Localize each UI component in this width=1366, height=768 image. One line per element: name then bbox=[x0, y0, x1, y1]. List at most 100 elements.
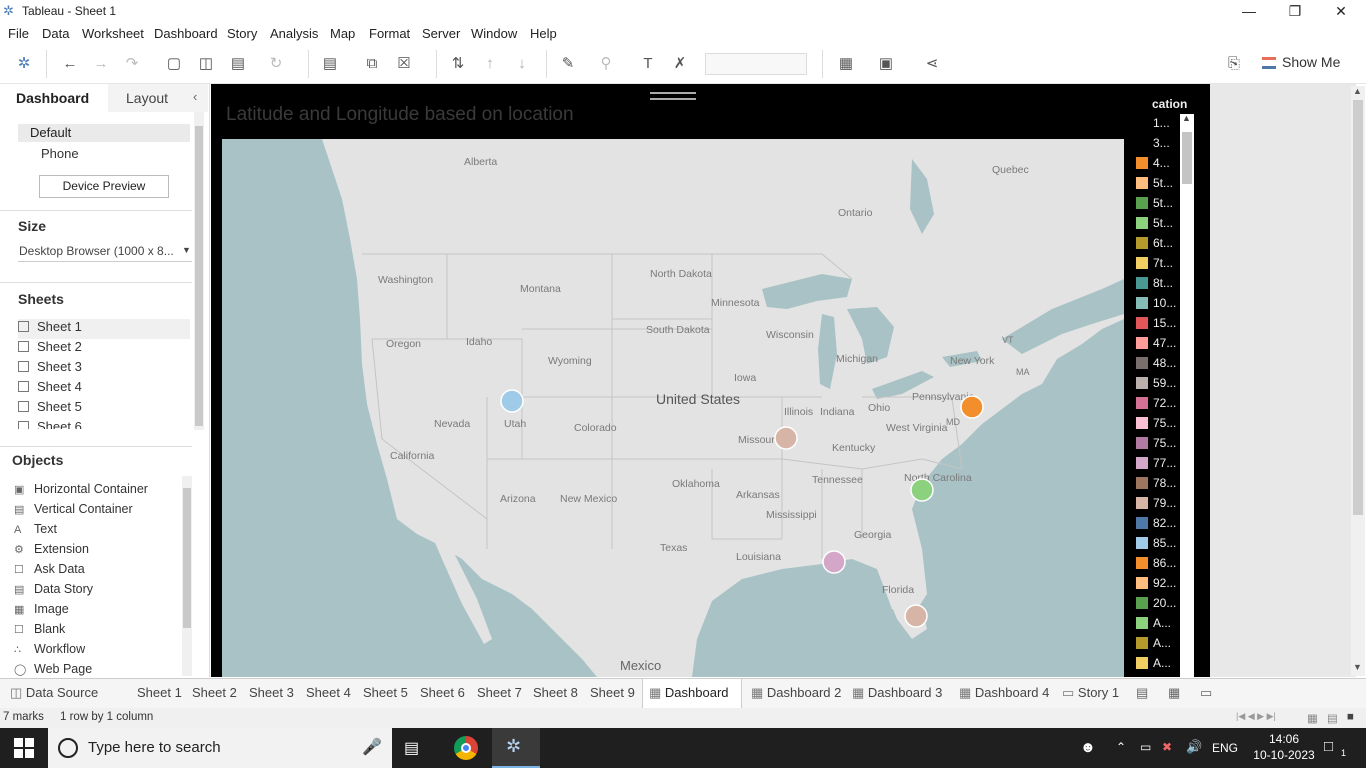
pause-updates-icon[interactable]: ▤ bbox=[228, 54, 248, 74]
menu-format[interactable]: Format bbox=[369, 26, 410, 41]
menu-data[interactable]: Data bbox=[42, 26, 69, 41]
save-icon[interactable]: ▢ bbox=[164, 54, 184, 74]
object-text[interactable]: A Text bbox=[14, 522, 57, 536]
sheet-item-3[interactable]: Sheet 3 bbox=[18, 359, 190, 379]
legend-item[interactable]: 75... bbox=[1136, 416, 1182, 434]
object-data-story[interactable]: ▤ Data Story bbox=[14, 582, 93, 596]
tab-dashboard-1[interactable]: ▦ Dashboard 1 bbox=[642, 679, 742, 728]
legend-item[interactable]: 1... bbox=[1136, 116, 1182, 134]
tab-sheet-4[interactable]: Sheet 4 bbox=[300, 679, 357, 708]
tab-sheet-3[interactable]: Sheet 3 bbox=[243, 679, 300, 708]
object-horizontal-container[interactable]: ▣ Horizontal Container bbox=[14, 482, 148, 496]
object-blank[interactable]: ☐ Blank bbox=[14, 622, 65, 636]
menu-map[interactable]: Map bbox=[330, 26, 355, 41]
menu-file[interactable]: File bbox=[8, 26, 29, 41]
device-phone[interactable]: Phone bbox=[41, 146, 79, 161]
legend-item[interactable]: 4... bbox=[1136, 156, 1182, 174]
tray-expand-icon[interactable]: ⌃ bbox=[1116, 740, 1126, 754]
fix-axes-icon[interactable]: ✗ bbox=[670, 54, 690, 74]
legend-item[interactable]: 48... bbox=[1136, 356, 1182, 374]
legend-item[interactable]: 5t... bbox=[1136, 216, 1182, 234]
dashboard-scrollbar[interactable]: ▲ ▼ bbox=[1351, 86, 1365, 676]
refresh-icon[interactable]: ↻ bbox=[266, 54, 286, 74]
legend-item[interactable]: A... bbox=[1136, 636, 1182, 654]
film-view-icon[interactable]: ▤ bbox=[1327, 711, 1338, 725]
tab-layout[interactable]: Layout ‹ bbox=[108, 84, 208, 112]
object-web-page[interactable]: ◯ Web Page bbox=[14, 662, 92, 676]
tab-dashboard-2[interactable]: ▦ Dashboard 2 bbox=[745, 679, 847, 708]
object-workflow[interactable]: ∴ Workflow bbox=[14, 642, 85, 656]
tab-dashboard-4[interactable]: ▦ Dashboard 4 bbox=[953, 679, 1055, 708]
new-worksheet-tab-icon[interactable]: ▤ bbox=[1130, 679, 1154, 708]
left-scrollbar[interactable] bbox=[194, 112, 204, 430]
legend-item[interactable]: 82... bbox=[1136, 516, 1182, 534]
share-icon[interactable]: ⋖ bbox=[922, 54, 942, 74]
legend-item[interactable]: 47... bbox=[1136, 336, 1182, 354]
windows-start-icon[interactable] bbox=[14, 738, 34, 758]
object-ask-data[interactable]: ☐ Ask Data bbox=[14, 562, 85, 576]
legend-scroll-thumb[interactable] bbox=[1182, 132, 1192, 184]
sort-descending-icon[interactable]: ↓ bbox=[512, 54, 532, 74]
legend-scrollbar[interactable]: ▲ bbox=[1180, 113, 1194, 677]
task-view-icon[interactable]: ▤ bbox=[404, 738, 419, 758]
tab-view-icon[interactable]: ■ bbox=[1347, 711, 1354, 723]
tableau-home-icon[interactable]: ✲ bbox=[14, 54, 34, 74]
legend-item[interactable]: 15... bbox=[1136, 316, 1182, 334]
swap-icon[interactable]: ⇅ bbox=[448, 54, 468, 74]
legend-item[interactable]: 3... bbox=[1136, 136, 1182, 154]
legend-item[interactable]: 72... bbox=[1136, 396, 1182, 414]
new-dashboard-tab-icon[interactable]: ▦ bbox=[1162, 679, 1186, 708]
device-preview-button[interactable]: Device Preview bbox=[39, 175, 169, 198]
legend-item[interactable]: 79... bbox=[1136, 496, 1182, 514]
maximize-button[interactable]: ❐ bbox=[1272, 0, 1318, 22]
fit-dropdown[interactable] bbox=[705, 53, 807, 75]
group-icon[interactable]: ⚲ bbox=[596, 54, 616, 74]
nav-arrows-icon[interactable]: |◀ ◀ ▶ ▶| bbox=[1236, 711, 1276, 722]
minimize-button[interactable]: — bbox=[1226, 0, 1272, 22]
sheet-item-2[interactable]: Sheet 2 bbox=[18, 339, 190, 359]
tab-sheet-2[interactable]: Sheet 2 bbox=[186, 679, 243, 708]
grid-view-icon[interactable]: ▦ bbox=[1307, 711, 1318, 725]
legend-item[interactable]: 77... bbox=[1136, 456, 1182, 474]
language-indicator[interactable]: ENG bbox=[1212, 741, 1238, 755]
tableau-taskbar-icon[interactable]: ✲ bbox=[492, 728, 540, 768]
legend-item[interactable]: 59... bbox=[1136, 376, 1182, 394]
menu-analysis[interactable]: Analysis bbox=[270, 26, 318, 41]
menu-story[interactable]: Story bbox=[227, 26, 257, 41]
tab-dashboard[interactable]: Dashboard bbox=[0, 84, 108, 112]
presentation-mode-icon[interactable]: ▣ bbox=[876, 54, 896, 74]
volume-icon[interactable]: 🔊 bbox=[1186, 739, 1202, 755]
drag-handle[interactable] bbox=[650, 92, 696, 100]
scroll-down-icon[interactable]: ▼ bbox=[1353, 662, 1362, 672]
menu-worksheet[interactable]: Worksheet bbox=[82, 26, 144, 41]
legend-item[interactable]: 6t... bbox=[1136, 236, 1182, 254]
legend-item[interactable]: 8t... bbox=[1136, 276, 1182, 294]
legend-item[interactable]: 10... bbox=[1136, 296, 1182, 314]
menu-window[interactable]: Window bbox=[471, 26, 517, 41]
tab-sheet-6[interactable]: Sheet 6 bbox=[414, 679, 471, 708]
tab-sheet-5[interactable]: Sheet 5 bbox=[357, 679, 414, 708]
sheet-item-1[interactable]: Sheet 1 bbox=[18, 319, 190, 339]
legend-item[interactable]: 7t... bbox=[1136, 256, 1182, 274]
show-labels-icon[interactable]: T bbox=[638, 54, 658, 74]
tab-story-1[interactable]: ▭ Story 1 bbox=[1056, 679, 1125, 708]
sheet-item-4[interactable]: Sheet 4 bbox=[18, 379, 190, 399]
clock-date[interactable]: 10-10-2023 bbox=[1248, 748, 1320, 762]
new-data-source-icon[interactable]: ◫ bbox=[196, 54, 216, 74]
scroll-up-icon[interactable]: ▲ bbox=[1353, 86, 1362, 96]
device-default[interactable]: Default bbox=[18, 124, 190, 142]
legend-item[interactable]: 75... bbox=[1136, 436, 1182, 454]
legend-item[interactable]: 5t... bbox=[1136, 176, 1182, 194]
replay-icon[interactable]: ↷ bbox=[122, 54, 142, 74]
scroll-up-icon[interactable]: ▲ bbox=[1182, 113, 1191, 123]
legend-item[interactable]: 92... bbox=[1136, 576, 1182, 594]
legend-item[interactable]: 20... bbox=[1136, 596, 1182, 614]
legend-item[interactable]: 85... bbox=[1136, 536, 1182, 554]
legend-item[interactable]: A... bbox=[1136, 616, 1182, 634]
tab-data-source[interactable]: ◫ Data Source bbox=[4, 679, 104, 708]
battery-icon[interactable]: ▭ bbox=[1140, 740, 1151, 754]
map-view[interactable]: Alberta Ontario Quebec Washington Montan… bbox=[222, 139, 1124, 677]
show-me-button[interactable]: Show Me bbox=[1262, 54, 1340, 70]
legend-item[interactable]: A... bbox=[1136, 656, 1182, 674]
collapse-icon[interactable]: ‹ bbox=[193, 89, 197, 104]
